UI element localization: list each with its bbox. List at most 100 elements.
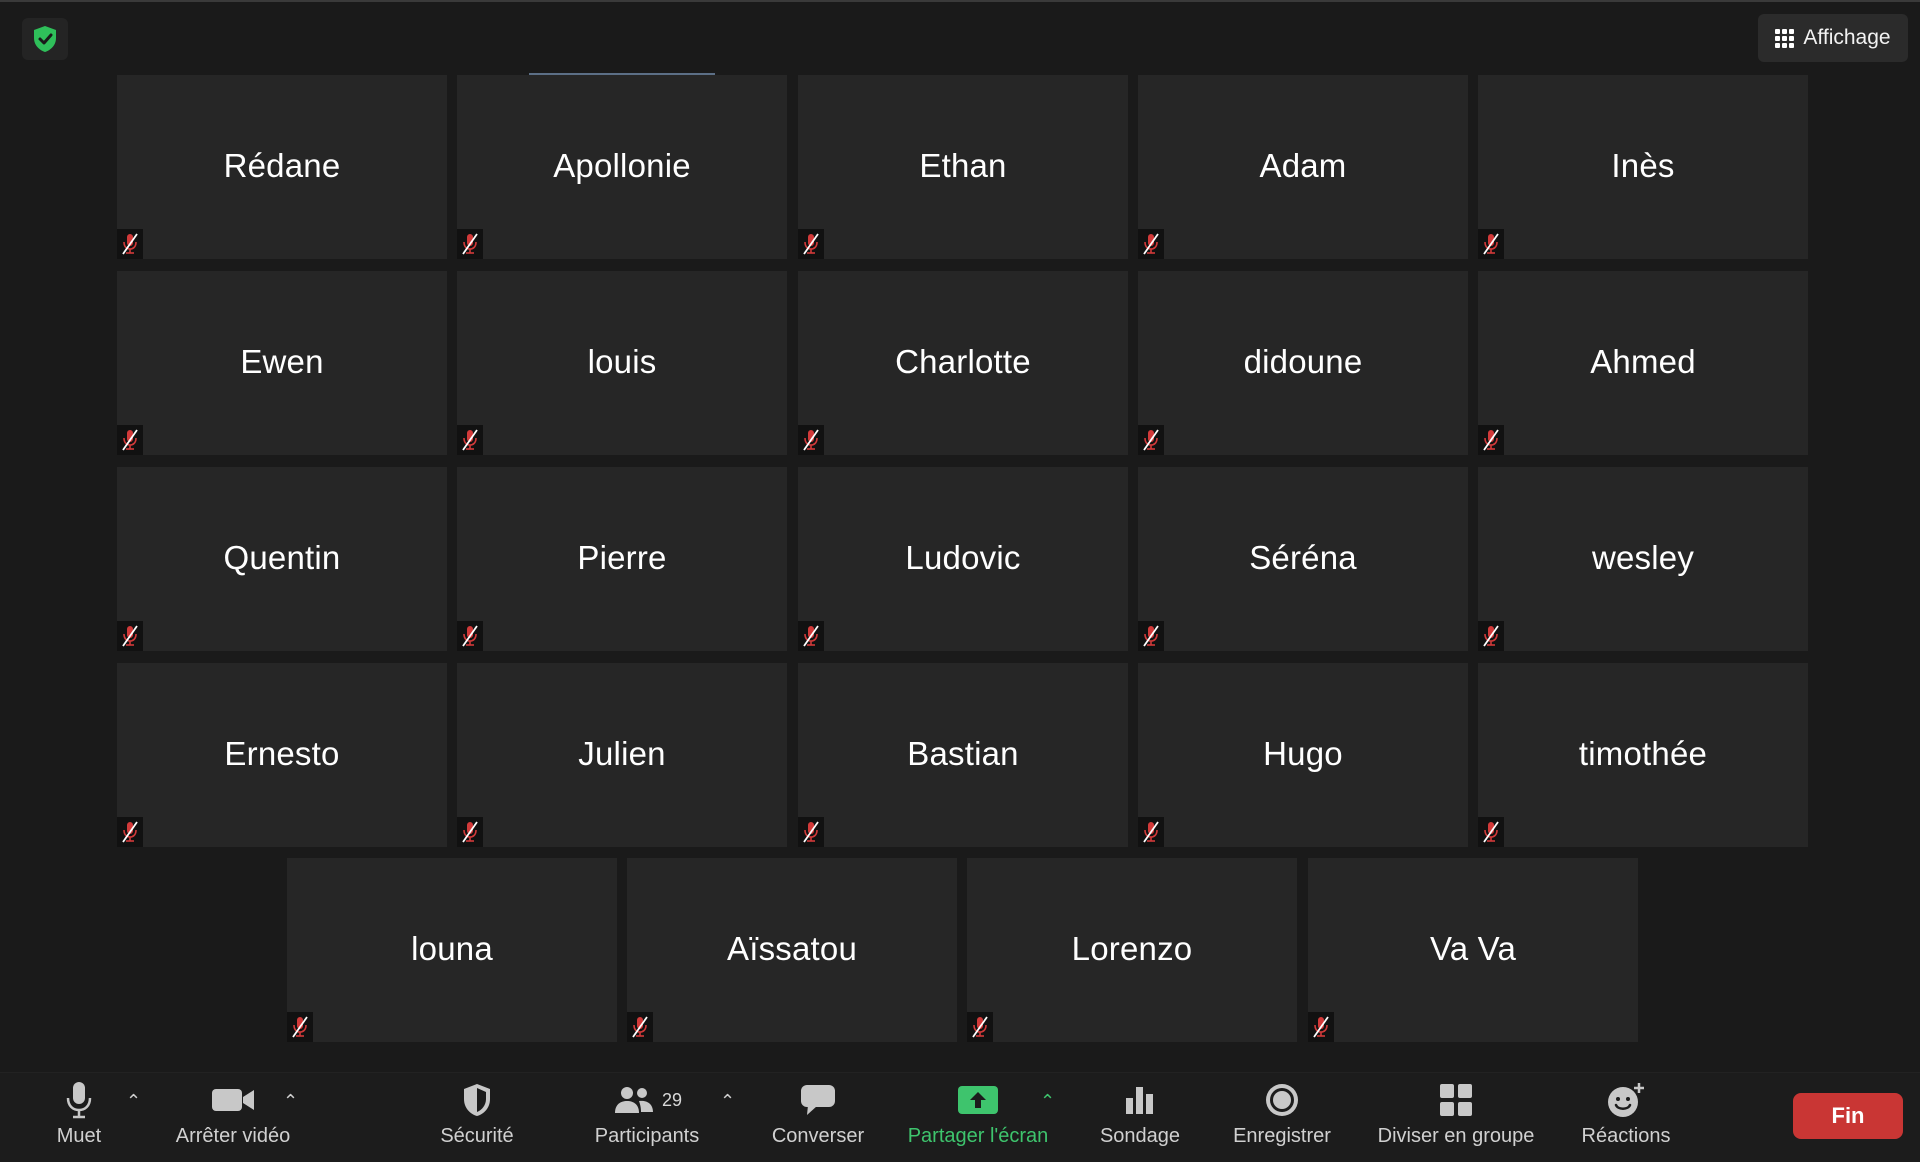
muted-indicator xyxy=(1478,817,1504,847)
participant-name: louna xyxy=(411,930,493,967)
participant-name: Bastian xyxy=(907,735,1019,772)
participant-tile[interactable]: didoune xyxy=(1138,271,1468,455)
security-status-button[interactable] xyxy=(22,18,68,60)
participant-tile[interactable]: Ethan xyxy=(798,75,1128,259)
participant-name: Adam xyxy=(1259,147,1347,184)
muted-indicator xyxy=(967,1012,993,1042)
share-screen-icon xyxy=(958,1086,998,1114)
share-options-caret-icon[interactable]: ⌃ xyxy=(1040,1091,1055,1112)
share-screen-button[interactable]: Partager l'écran xyxy=(899,1073,1057,1162)
view-button-label: Affichage xyxy=(1803,26,1891,49)
participant-name: timothée xyxy=(1578,735,1708,772)
muted-indicator xyxy=(1138,817,1164,847)
muted-indicator xyxy=(1138,229,1164,259)
muted-indicator xyxy=(117,817,143,847)
participant-name: Apollonie xyxy=(553,147,691,184)
record-label: Enregistrer xyxy=(1233,1125,1331,1147)
breakout-rooms-label: Diviser en groupe xyxy=(1377,1125,1535,1147)
participant-tile[interactable]: Apollonie xyxy=(457,75,787,259)
reactions-button[interactable]: Réactions xyxy=(1578,1073,1674,1162)
end-meeting-button[interactable]: Fin xyxy=(1793,1093,1903,1139)
participants-options-caret-icon[interactable]: ⌃ xyxy=(720,1091,735,1112)
muted-indicator xyxy=(457,425,483,455)
muted-indicator xyxy=(1478,621,1504,651)
participants-label: Participants xyxy=(594,1125,700,1147)
participant-tile[interactable]: Ahmed xyxy=(1478,271,1808,455)
muted-microphone-icon xyxy=(1143,821,1159,843)
participant-tile[interactable]: wesley xyxy=(1478,467,1808,651)
participant-tile[interactable]: Ernesto xyxy=(117,663,447,847)
participant-name: Ernesto xyxy=(224,735,340,772)
participant-tile[interactable]: timothée xyxy=(1478,663,1808,847)
muted-indicator xyxy=(117,229,143,259)
participant-tile[interactable]: Ewen xyxy=(117,271,447,455)
participant-tile[interactable]: Rédane xyxy=(117,75,447,259)
participant-name: wesley xyxy=(1591,539,1695,576)
participant-tile[interactable]: Bastian xyxy=(798,663,1128,847)
participant-name: Ludovic xyxy=(905,539,1021,576)
participant-tile[interactable]: louna xyxy=(287,858,617,1042)
muted-indicator xyxy=(1308,1012,1334,1042)
window-top-border xyxy=(0,0,1920,2)
grid-view-icon xyxy=(1775,28,1795,48)
record-button[interactable]: Enregistrer xyxy=(1228,1073,1336,1162)
security-label: Sécurité xyxy=(440,1125,514,1147)
chat-button[interactable]: Converser xyxy=(766,1073,870,1162)
muted-indicator xyxy=(798,229,824,259)
muted-microphone-icon xyxy=(803,625,819,647)
participants-count: 29 xyxy=(661,1089,683,1110)
participant-name: Ethan xyxy=(919,147,1007,184)
video-options-caret-icon[interactable]: ⌃ xyxy=(283,1091,298,1112)
muted-microphone-icon xyxy=(803,233,819,255)
muted-microphone-icon xyxy=(1483,233,1499,255)
participant-tile[interactable]: Adam xyxy=(1138,75,1468,259)
participant-tile[interactable]: Julien xyxy=(457,663,787,847)
muted-indicator xyxy=(798,621,824,651)
chat-bubble-icon xyxy=(801,1085,835,1115)
stop-video-button[interactable]: Arrêter vidéo xyxy=(168,1073,298,1162)
participant-tile[interactable]: Ludovic xyxy=(798,467,1128,651)
participants-button[interactable]: 29 Participants xyxy=(585,1073,709,1162)
muted-microphone-icon xyxy=(462,821,478,843)
muted-indicator xyxy=(1478,425,1504,455)
muted-microphone-icon xyxy=(1313,1016,1329,1038)
muted-indicator xyxy=(457,621,483,651)
meeting-toolbar: Muet ⌃ Arrêter vidéo ⌃ Sécurité 29 Parti… xyxy=(0,1072,1920,1162)
participant-tile[interactable]: Va Va xyxy=(1308,858,1638,1042)
participant-name: Inès xyxy=(1611,147,1675,184)
participant-tile[interactable]: Séréna xyxy=(1138,467,1468,651)
muted-indicator xyxy=(798,817,824,847)
participant-tile[interactable]: Quentin xyxy=(117,467,447,651)
participant-tile[interactable]: Inès xyxy=(1478,75,1808,259)
participant-name: didoune xyxy=(1243,343,1363,380)
participant-tile[interactable]: Hugo xyxy=(1138,663,1468,847)
share-screen-label: Partager l'écran xyxy=(907,1125,1049,1147)
poll-button[interactable]: Sondage xyxy=(1096,1073,1184,1162)
participant-tile[interactable]: Aïssatou xyxy=(627,858,957,1042)
end-meeting-label: Fin xyxy=(1831,1103,1865,1128)
participant-tile[interactable]: Lorenzo xyxy=(967,858,1297,1042)
muted-indicator xyxy=(457,817,483,847)
reactions-label: Réactions xyxy=(1581,1125,1671,1147)
muted-indicator xyxy=(287,1012,313,1042)
muted-indicator xyxy=(457,229,483,259)
muted-indicator xyxy=(1138,425,1164,455)
participant-name: Aïssatou xyxy=(726,930,857,967)
participant-name: Pierre xyxy=(577,539,667,576)
view-button[interactable]: Affichage xyxy=(1758,14,1908,62)
muted-microphone-icon xyxy=(462,625,478,647)
muted-microphone-icon xyxy=(803,429,819,451)
audio-options-caret-icon[interactable]: ⌃ xyxy=(126,1091,141,1112)
breakout-rooms-button[interactable]: Diviser en groupe xyxy=(1371,1073,1541,1162)
microphone-icon xyxy=(66,1082,92,1119)
muted-microphone-icon xyxy=(1483,625,1499,647)
participant-tile[interactable]: Pierre xyxy=(457,467,787,651)
mute-button[interactable]: Muet xyxy=(46,1073,112,1162)
security-button[interactable]: Sécurité xyxy=(433,1073,521,1162)
participant-name: Ahmed xyxy=(1590,343,1696,380)
participant-tile[interactable]: louis xyxy=(457,271,787,455)
muted-microphone-icon xyxy=(1143,233,1159,255)
participant-tile[interactable]: Charlotte xyxy=(798,271,1128,455)
record-icon xyxy=(1266,1084,1298,1116)
muted-microphone-icon xyxy=(1483,821,1499,843)
